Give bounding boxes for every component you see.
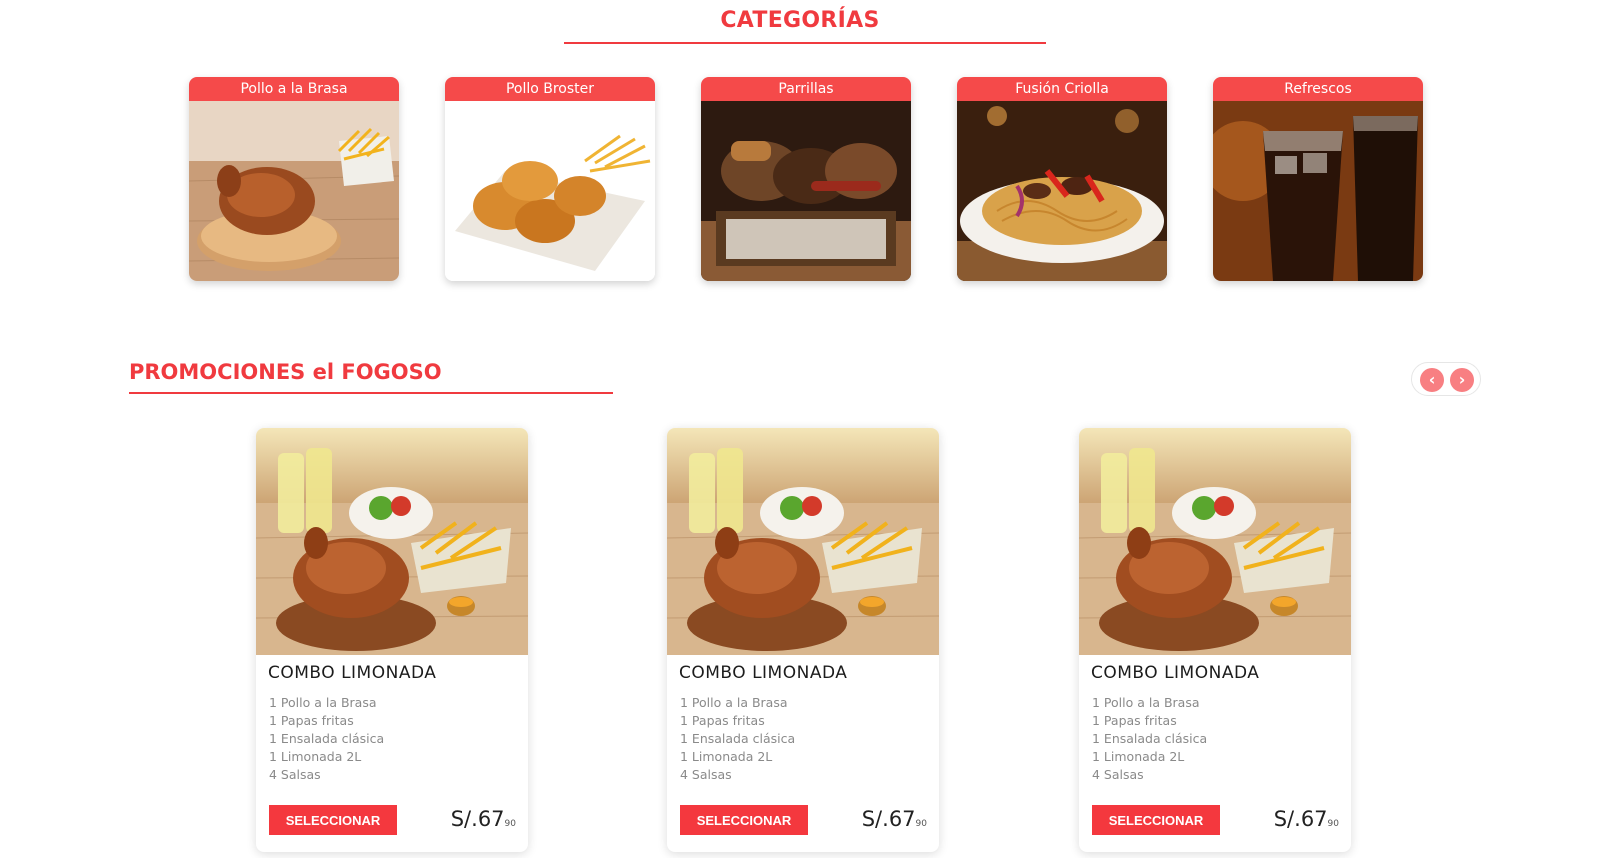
category-card-pollo-a-la-brasa[interactable]: Pollo a la Brasa	[189, 77, 399, 281]
price-integer: 67	[888, 807, 916, 831]
combo-item: 1 Pollo a la Brasa	[1092, 695, 1200, 710]
combo-items: 1 Pollo a la Brasa 1 Papas fritas 1 Ensa…	[1092, 694, 1207, 784]
grill-image	[701, 101, 911, 281]
combo-item: 4 Salsas	[269, 767, 321, 782]
carousel-controls: ‹ ›	[1411, 362, 1481, 396]
soda-glasses-image	[1213, 101, 1423, 281]
price-currency: S/.	[450, 807, 478, 831]
categories-title: CATEGORÍAS	[720, 8, 880, 33]
combo-item: 4 Salsas	[680, 767, 732, 782]
category-card-pollo-broster[interactable]: Pollo Broster	[445, 77, 655, 281]
category-label: Refrescos	[1213, 77, 1423, 101]
select-button[interactable]: SELECCIONAR	[1092, 805, 1220, 835]
combo-item: 4 Salsas	[1092, 767, 1144, 782]
combo-item: 1 Ensalada clásica	[1092, 731, 1208, 746]
tallarin-saltado-image	[957, 101, 1167, 281]
combo-item: 1 Pollo a la Brasa	[680, 695, 788, 710]
promo-card: COMBO LIMONADA 1 Pollo a la Brasa 1 Papa…	[1079, 428, 1351, 852]
combo-name: COMBO LIMONADA	[679, 663, 848, 683]
promotions-title: PROMOCIONES el FOGOSO	[129, 360, 442, 384]
promotions-underline	[129, 392, 613, 394]
price-decimal: 90	[1327, 819, 1339, 829]
select-button[interactable]: SELECCIONAR	[269, 805, 397, 835]
category-label: Pollo a la Brasa	[189, 77, 399, 101]
categories-row: Pollo a la Brasa Pollo Broster Parrillas…	[189, 77, 1423, 281]
price-currency: S/.	[861, 807, 889, 831]
combo-price: S/.6790	[862, 807, 927, 831]
categories-underline	[564, 42, 1046, 44]
combo-price: S/.6790	[451, 807, 516, 831]
roast-chicken-image	[189, 101, 399, 281]
category-label: Pollo Broster	[445, 77, 655, 101]
price-integer: 67	[1300, 807, 1328, 831]
price-integer: 67	[477, 807, 505, 831]
category-card-fusion-criolla[interactable]: Fusión Criolla	[957, 77, 1167, 281]
select-button[interactable]: SELECCIONAR	[680, 805, 808, 835]
combo-item: 1 Limonada 2L	[1092, 749, 1185, 764]
combo-item: 1 Papas fritas	[680, 713, 765, 728]
combo-items: 1 Pollo a la Brasa 1 Papas fritas 1 Ensa…	[269, 694, 384, 784]
promo-card: COMBO LIMONADA 1 Pollo a la Brasa 1 Papa…	[256, 428, 528, 852]
combo-item: 1 Papas fritas	[269, 713, 354, 728]
combo-item: 1 Limonada 2L	[680, 749, 773, 764]
combo-items: 1 Pollo a la Brasa 1 Papas fritas 1 Ensa…	[680, 694, 795, 784]
combo-item: 1 Pollo a la Brasa	[269, 695, 377, 710]
fried-chicken-image	[445, 101, 655, 281]
combo-item: 1 Limonada 2L	[269, 749, 362, 764]
category-label: Parrillas	[701, 77, 911, 101]
category-card-parrillas[interactable]: Parrillas	[701, 77, 911, 281]
combo-item: 1 Papas fritas	[1092, 713, 1177, 728]
combo-name: COMBO LIMONADA	[1091, 663, 1260, 683]
combo-item: 1 Ensalada clásica	[269, 731, 385, 746]
price-decimal: 90	[504, 819, 516, 829]
chevron-right-icon[interactable]: ›	[1450, 368, 1474, 392]
combo-name: COMBO LIMONADA	[268, 663, 437, 683]
price-currency: S/.	[1273, 807, 1301, 831]
category-card-refrescos[interactable]: Refrescos	[1213, 77, 1423, 281]
promo-card: COMBO LIMONADA 1 Pollo a la Brasa 1 Papa…	[667, 428, 939, 852]
combo-image	[1079, 428, 1351, 655]
combo-price: S/.6790	[1274, 807, 1339, 831]
chevron-left-icon[interactable]: ‹	[1420, 368, 1444, 392]
category-label: Fusión Criolla	[957, 77, 1167, 101]
combo-image	[256, 428, 528, 655]
combo-image	[667, 428, 939, 655]
price-decimal: 90	[915, 819, 927, 829]
combo-item: 1 Ensalada clásica	[680, 731, 796, 746]
